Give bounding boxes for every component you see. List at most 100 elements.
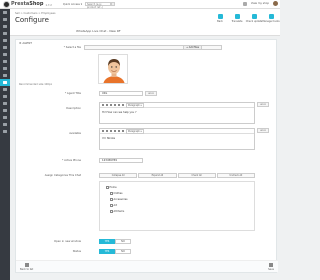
sidebar-item-16[interactable] bbox=[0, 121, 10, 128]
toggle-yes[interactable]: YES bbox=[99, 239, 115, 244]
lang-select-description[interactable]: en ▾ bbox=[257, 102, 269, 107]
image-icon[interactable] bbox=[122, 130, 124, 132]
photo-note: Recommended size 100px bbox=[19, 83, 53, 86]
checkbox[interactable] bbox=[110, 210, 113, 213]
agent-avatar-image bbox=[99, 55, 127, 83]
new-window-toggle[interactable]: YES NO bbox=[99, 239, 131, 244]
list-icon[interactable] bbox=[114, 104, 116, 106]
save-button[interactable]: Save bbox=[268, 263, 274, 271]
lang-select-title[interactable]: en ▾ bbox=[145, 91, 157, 96]
tree-item-alt[interactable]: Alt Items bbox=[110, 210, 124, 213]
uncheck-all-button[interactable]: Uncheck All bbox=[216, 173, 255, 178]
manage-hooks-button[interactable]: Manage hooks bbox=[262, 14, 280, 23]
image-icon[interactable] bbox=[122, 104, 124, 106]
bold-icon[interactable] bbox=[102, 104, 104, 106]
back-arrow-icon bbox=[24, 263, 29, 267]
agent-title-input[interactable]: URL bbox=[99, 91, 143, 96]
sidebar-item-5[interactable] bbox=[0, 44, 10, 51]
sidebar-item-17[interactable] bbox=[0, 128, 10, 135]
tree-item-home[interactable]: Home bbox=[106, 186, 117, 189]
add-files-button[interactable]: → Add files bbox=[183, 45, 202, 50]
italic-icon[interactable] bbox=[106, 130, 108, 132]
available-label: Available bbox=[69, 132, 81, 135]
phone-input[interactable]: 123456789 bbox=[99, 158, 143, 163]
tree-item-label: Art bbox=[113, 204, 118, 207]
translate-button[interactable]: Translate bbox=[230, 14, 244, 23]
notifications-icon[interactable] bbox=[242, 1, 247, 6]
sidebar-menu-icon bbox=[3, 18, 7, 21]
sidebar-item-14[interactable] bbox=[0, 107, 10, 114]
save-icon bbox=[269, 263, 274, 267]
sidebar-item-10[interactable] bbox=[0, 79, 10, 86]
search-input[interactable]: Search (e.g.: product ref...) bbox=[85, 2, 111, 9]
tree-item-art[interactable]: Art bbox=[110, 204, 117, 207]
sidebar-item-7[interactable] bbox=[0, 58, 10, 65]
back-to-list-button[interactable]: Back to list bbox=[20, 263, 33, 271]
sidebar-item-1[interactable] bbox=[0, 16, 10, 23]
sidebar-menu-icon bbox=[3, 81, 7, 84]
back-button[interactable]: Back bbox=[213, 14, 227, 23]
save-label: Save bbox=[268, 268, 274, 271]
underline-icon[interactable] bbox=[110, 104, 112, 106]
format-select[interactable]: Paragraph ▾ bbox=[126, 102, 144, 108]
top-right-area: View my shop bbox=[242, 1, 278, 6]
expand-all-button[interactable]: Expand All bbox=[138, 173, 177, 178]
check-update-button[interactable]: Check update bbox=[245, 14, 263, 23]
sidebar-item-4[interactable] bbox=[0, 37, 10, 44]
toggle-yes[interactable]: YES bbox=[99, 249, 115, 254]
status-toggle[interactable]: YES NO bbox=[99, 249, 131, 254]
tree-item-clothes[interactable]: Clothes bbox=[110, 192, 122, 195]
list-icon[interactable] bbox=[114, 130, 116, 132]
tree-item-label: Alt Items bbox=[113, 210, 125, 213]
breadcrumb: Sell > Customers > Employees bbox=[15, 12, 56, 15]
sidebar-item-9[interactable] bbox=[0, 72, 10, 79]
brand-name-a: Presta bbox=[11, 1, 30, 7]
sidebar-menu-icon bbox=[3, 95, 7, 98]
back-icon bbox=[217, 14, 223, 19]
link-icon[interactable] bbox=[118, 104, 120, 106]
sidebar-menu-icon bbox=[3, 46, 7, 49]
checkbox[interactable] bbox=[110, 192, 113, 195]
sidebar-item-11[interactable] bbox=[0, 86, 10, 93]
sidebar-menu-icon bbox=[3, 109, 7, 112]
sidebar-item-12[interactable] bbox=[0, 93, 10, 100]
toggle-no[interactable]: NO bbox=[115, 249, 131, 254]
sidebar-item-6[interactable] bbox=[0, 51, 10, 58]
sidebar-item-0[interactable] bbox=[0, 9, 10, 16]
sidebar-menu-icon bbox=[3, 25, 7, 28]
sidebar-item-3[interactable] bbox=[0, 30, 10, 37]
bold-icon[interactable] bbox=[102, 130, 104, 132]
checkbox[interactable] bbox=[106, 186, 109, 189]
search-icon[interactable] bbox=[111, 2, 115, 6]
description-editor[interactable]: Paragraph ▾ Hi! How can we help you ? bbox=[99, 102, 255, 124]
sidebar-item-15[interactable] bbox=[0, 114, 10, 121]
sidebar-item-13[interactable] bbox=[0, 100, 10, 107]
checkbox[interactable] bbox=[110, 198, 113, 201]
sidebar-item-8[interactable] bbox=[0, 65, 10, 72]
panel-heading: ⚙ AGENT bbox=[19, 41, 32, 45]
format-select[interactable]: Paragraph ▾ bbox=[126, 128, 144, 134]
underline-icon[interactable] bbox=[110, 130, 112, 132]
tree-item-accessories[interactable]: Accessories bbox=[110, 198, 128, 201]
quick-access-menu[interactable]: Quick Access ▾ bbox=[63, 3, 82, 6]
checkbox[interactable] bbox=[110, 204, 113, 207]
italic-icon[interactable] bbox=[106, 104, 108, 106]
manage-hooks-label: Manage hooks bbox=[262, 20, 280, 23]
collapse-all-button[interactable]: Collapse All bbox=[99, 173, 138, 178]
photo-label: * Select a file bbox=[63, 46, 81, 49]
check-all-button[interactable]: Check All bbox=[177, 173, 216, 178]
logo[interactable]: PrestaShop 1.7.2 bbox=[3, 0, 52, 8]
sidebar-menu-icon bbox=[3, 130, 7, 133]
available-editor[interactable]: Paragraph ▾ I'm Stroke bbox=[99, 128, 255, 150]
sidebar-item-2[interactable] bbox=[0, 23, 10, 30]
user-avatar[interactable] bbox=[273, 1, 278, 6]
status-label: Status bbox=[72, 250, 81, 253]
tree-item-label: Accessories bbox=[113, 198, 128, 201]
check-update-label: Check update bbox=[245, 20, 263, 23]
toggle-no[interactable]: NO bbox=[115, 239, 131, 244]
link-icon[interactable] bbox=[118, 130, 120, 132]
sidebar-menu-icon bbox=[3, 67, 7, 70]
lang-select-available[interactable]: en ▾ bbox=[257, 128, 269, 133]
sidebar-menu-icon bbox=[3, 32, 7, 35]
view-shop-link[interactable]: View my shop bbox=[251, 2, 269, 5]
